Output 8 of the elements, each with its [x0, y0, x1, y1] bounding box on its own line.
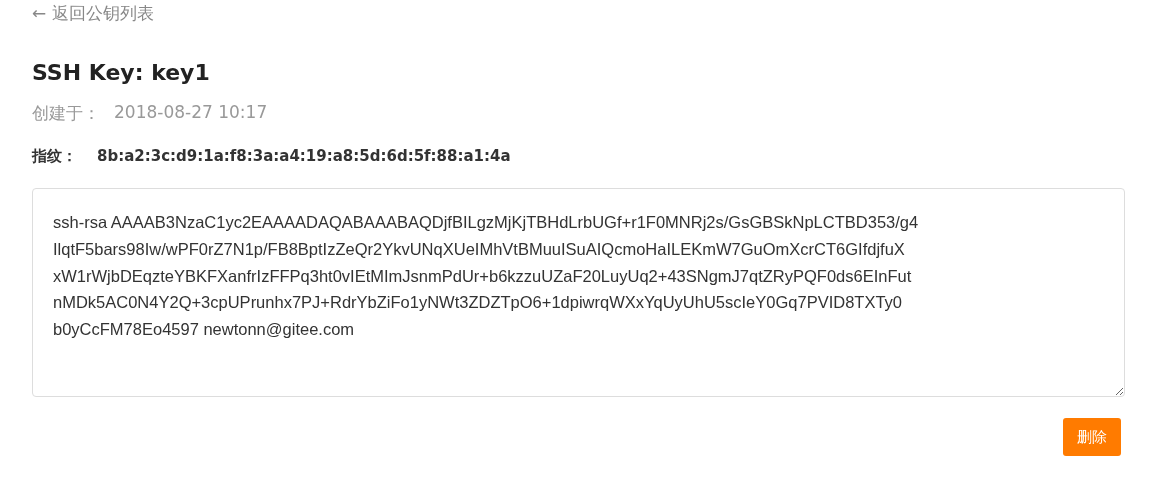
created-label: 创建于： [32, 102, 100, 125]
page-title: SSH Key: key1 [32, 59, 211, 87]
back-link[interactable]: ← 返回公钥列表 [32, 0, 154, 26]
fingerprint-label: 指纹： [32, 147, 77, 166]
fingerprint-value: 8b:a2:3c:d9:1a:f8:3a:a4:19:a8:5d:6d:5f:88:a1:4a [97, 147, 511, 166]
delete-button[interactable]: 删除 [1063, 418, 1121, 456]
key-field[interactable]: ssh-rsa AAAAB3NzaC1yc2EAAAADAQABAAABAQDjfBILgzMjKjTBHdLrbUGf+r1F0MNRj2s/GsGBSkNpLCTBD353/g4 IlqtF5bars98Iw/wPF0rZ7N1p/FB8BptIzZeQr2YkvUNqXUeIMhVtBMuuISuAIQcmoHaILEKmW7GuOmXcrCT6GIfdjfuX xW1rWjbDEqzteYBKFXanfrIzFFPq3ht0vIEtMImJsnmPdUr+b6kzzuUZaF20LuyUq2+43SNgmJ7qtZRyPQF0ds6EInFut nMDk5AC0N4Y2Q+3cpUPrunhx7PJ+RdrYbZiFo1yNWt3ZDZTpO6+1dpiwrqWXxYqUyUhU5scIeY0Gq7PVID8TXTy0 b0yCcFM78Eo4597 newtonn@gitee.com [32, 188, 1125, 397]
created-date: 2018-08-27 10:17 [114, 102, 268, 124]
